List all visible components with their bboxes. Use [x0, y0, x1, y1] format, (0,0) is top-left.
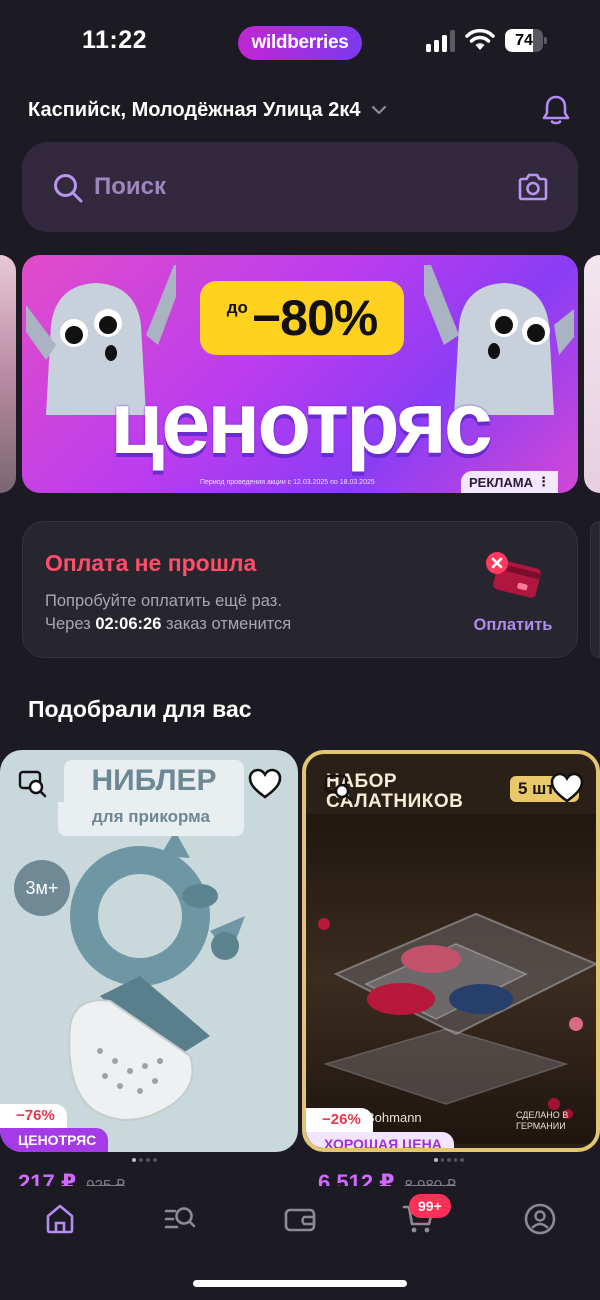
- banner-badge-prefix: до: [226, 298, 248, 317]
- product-image-title: НИБЛЕР: [64, 760, 244, 802]
- promo-banner[interactable]: до −80% ценотряс Период проведения акции…: [22, 255, 578, 493]
- home-icon[interactable]: [43, 1202, 77, 1236]
- payment-failed-card: Оплата не прошла Попробуйте оплатить ещё…: [22, 521, 578, 658]
- recommendations-title: Подобрали для вас: [28, 696, 252, 722]
- product-card[interactable]: НИБЛЕР для прикорма 3м+ −76% ЦЕНОТРЯС: [0, 750, 298, 1152]
- product-card[interactable]: НАБОР САЛАТНИКОВ 5 шт Bohmann СДЕЛАНО В …: [302, 750, 600, 1152]
- banner-title: ценотряс: [110, 373, 493, 472]
- find-similar-icon[interactable]: [18, 768, 48, 798]
- bell-icon[interactable]: [538, 92, 574, 128]
- product-image-title: НАБОР САЛАТНИКОВ: [326, 771, 464, 812]
- wifi-icon: [465, 28, 495, 50]
- status-bar: 11:22 wildberries 74: [0, 0, 600, 86]
- made-in-label: СДЕЛАНО В ГЕРМАНИИ: [516, 1110, 569, 1131]
- wallet-icon[interactable]: [283, 1202, 317, 1236]
- countdown-timer: 02:06:26: [95, 615, 162, 633]
- brand-logo: wildberries: [238, 26, 362, 60]
- next-card-peek[interactable]: [590, 521, 600, 658]
- banner-badge-value: −80%: [251, 290, 378, 346]
- promo-tag: ХОРОШАЯ ЦЕНА: [306, 1132, 454, 1148]
- banner-discount-badge: до −80%: [200, 281, 404, 355]
- discount-badge: −76%: [0, 1104, 67, 1128]
- status-time: 11:22: [82, 26, 148, 54]
- ad-label: РЕКЛАМА: [469, 474, 534, 490]
- search-icon: [54, 174, 83, 203]
- image-pagination-dots: [132, 1158, 162, 1164]
- payment-cancel-countdown: Через 02:06:26 заказ отменится: [45, 615, 291, 634]
- profile-icon[interactable]: [523, 1202, 557, 1236]
- favorite-heart-icon[interactable]: [550, 772, 584, 804]
- baby-feeder-product-image: [68, 836, 245, 1121]
- home-indicator: [193, 1280, 407, 1287]
- search-bar[interactable]: [22, 142, 578, 232]
- find-similar-icon[interactable]: [324, 772, 354, 802]
- ad-label-badge[interactable]: РЕКЛАМА ⋮: [461, 471, 559, 493]
- delivery-address: Каспийск, Молодёжная Улица 2к4: [28, 98, 361, 121]
- banner-fine-print: Период проведения акции с 12.03.2025 по …: [200, 479, 375, 486]
- favorite-heart-icon[interactable]: [248, 768, 282, 800]
- banner-peek-previous[interactable]: [0, 255, 16, 493]
- search-input[interactable]: [94, 170, 474, 204]
- image-pagination-dots: [434, 1158, 464, 1164]
- product-image-subtitle: для прикорма: [58, 802, 244, 836]
- more-options-icon: ⋮: [537, 474, 551, 489]
- payment-retry-hint: Попробуйте оплатить ещё раз.: [45, 592, 282, 610]
- chevron-down-icon: [372, 105, 387, 115]
- catalog-search-icon[interactable]: [163, 1202, 197, 1236]
- delivery-address-selector[interactable]: Каспийск, Молодёжная Улица 2к4: [28, 94, 388, 126]
- product-brand-mark: Bohmann: [366, 1110, 422, 1125]
- camera-icon[interactable]: [516, 170, 550, 204]
- battery-percent: 74: [515, 32, 533, 49]
- salad-bowls-product-image: [306, 814, 596, 1144]
- countdown-prefix: Через: [45, 615, 91, 633]
- payment-failed-title: Оплата не прошла: [45, 550, 257, 576]
- cart-count-badge: 99+: [409, 1194, 451, 1218]
- pay-button[interactable]: Оплатить: [463, 612, 563, 638]
- battery-icon: 74: [505, 29, 547, 52]
- countdown-suffix: заказ отменится: [165, 615, 292, 633]
- discount-badge: −26%: [306, 1108, 373, 1132]
- banner-peek-next[interactable]: [584, 255, 600, 493]
- cellular-signal-icon: [426, 30, 455, 52]
- failed-card-icon: [486, 552, 542, 598]
- promo-tag: ЦЕНОТРЯС: [0, 1128, 109, 1152]
